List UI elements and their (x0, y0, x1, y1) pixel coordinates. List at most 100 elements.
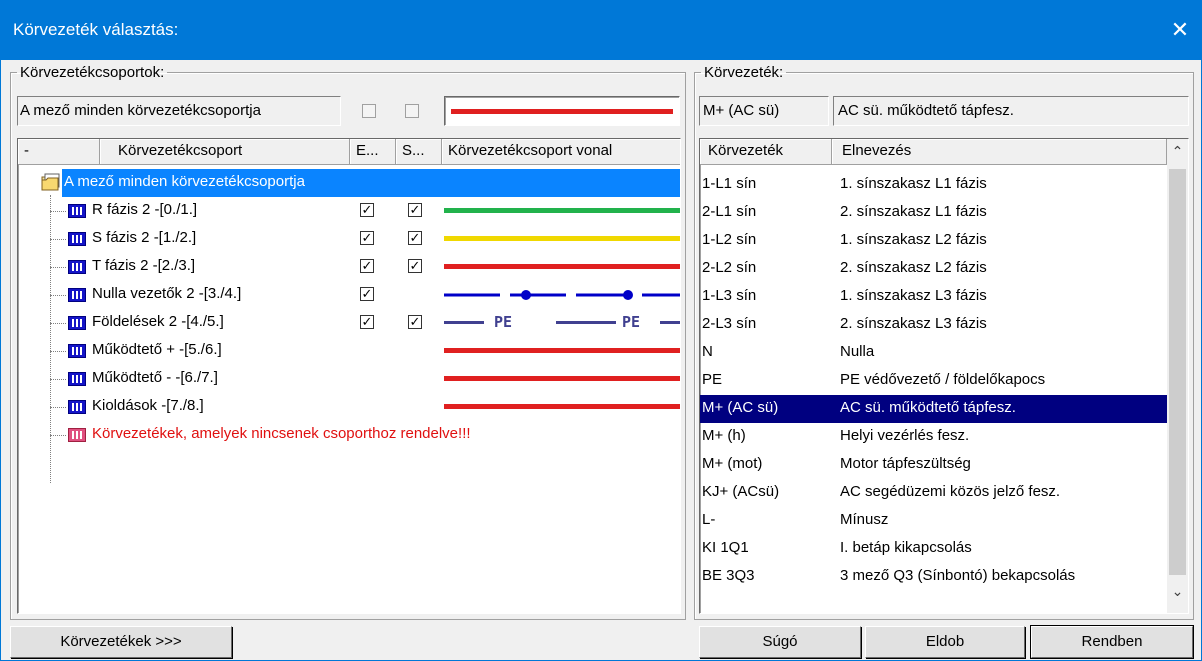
selected-group-field: A mező minden körvezetékcsoportja (17, 96, 341, 126)
group-label: Nulla vezetők 2 -[3./4.] (92, 285, 242, 302)
tree-branch (50, 379, 66, 380)
row-name: Motor tápfeszültség (840, 455, 971, 472)
row-name: PE védővezető / földelőkapocs (840, 371, 1046, 388)
list-row[interactable]: L- Mínusz (700, 507, 1178, 535)
s-checkbox[interactable]: ✓ (408, 203, 422, 217)
tree-branch (50, 267, 66, 268)
row-code: L- (702, 511, 716, 528)
row-code: N (702, 343, 713, 360)
col-s[interactable]: S... (396, 139, 442, 165)
list-row[interactable]: M+ (mot) Motor tápfeszültség (700, 451, 1178, 479)
selected-group-text: A mező minden körvezetékcsoportja (20, 102, 261, 119)
list-row[interactable]: 2-L1 sín 2. sínszakasz L1 fázis (700, 199, 1178, 227)
tree-row[interactable]: Kioldások -[7./8.] (18, 393, 680, 421)
korvezetek-list[interactable]: Körvezeték Elnevezés 1-L1 sín 1. sínszaka… (699, 138, 1189, 614)
col-dash[interactable]: - (18, 139, 100, 165)
ungrouped-label: Körvezetékek, amelyek nincsenek csoporth… (92, 425, 471, 442)
e-checkbox[interactable]: ✓ (360, 203, 374, 217)
scroll-up-icon[interactable]: ⌃ (1167, 143, 1188, 165)
list-row[interactable]: 2-L2 sín 2. sínszakasz L2 fázis (700, 255, 1178, 283)
tree-row[interactable]: S fázis 2 -[1./2.] ✓ ✓ (18, 225, 680, 253)
row-name: 2. sínszakasz L1 fázis (840, 203, 987, 220)
tree-row[interactable]: Működtető + -[5./6.] (18, 337, 680, 365)
groups-tree-list[interactable]: - Körvezetékcsoport E... S... Körvezeték… (17, 138, 681, 614)
tree-row[interactable]: Földelések 2 -[4./5.] ✓ ✓ PE PE (18, 309, 680, 337)
list-row[interactable]: KJ+ (ACsü) AC segédüzemi közös jelző fesz… (700, 479, 1178, 507)
close-icon[interactable]: ✕ (1157, 0, 1202, 60)
selected-code-text: M+ (AC sü) (703, 102, 780, 119)
group-label: Kioldások -[7./8.] (92, 397, 204, 414)
list-row[interactable]: M+ (h) Helyi vezérlés fesz. (700, 423, 1178, 451)
s-checkbox[interactable]: ✓ (408, 259, 422, 273)
row-name: 1. sínszakasz L1 fázis (840, 175, 987, 192)
row-code: 2-L3 sín (702, 315, 757, 332)
col-korvezetek[interactable]: Körvezeték (700, 139, 832, 165)
tree-row[interactable]: Nulla vezetők 2 -[3./4.] ✓ (18, 281, 680, 309)
group-label: Működtető - -[6./7.] (92, 369, 218, 386)
list-row[interactable]: 2-L3 sín 2. sínszakasz L3 fázis (700, 311, 1178, 339)
pe-text: PE (622, 313, 641, 331)
dialog-window: Körvezeték választás: ✕ Körvezetékcsopor… (0, 0, 1202, 661)
help-button[interactable]: Súgó (699, 626, 861, 658)
s-checkbox[interactable]: ✓ (408, 231, 422, 245)
pe-text: PE (494, 313, 513, 331)
row-code: KI 1Q1 (702, 539, 749, 556)
row-name: Helyi vezérlés fesz. (840, 427, 970, 444)
group-icon (68, 232, 86, 246)
title-bar[interactable]: Körvezeték választás: ✕ (1, 0, 1202, 60)
pe-dash (444, 321, 484, 324)
tree-branch (50, 239, 66, 240)
s-checkbox[interactable]: ✓ (408, 315, 422, 329)
list-row[interactable]: PE PE védővezető / földelőkapocs (700, 367, 1178, 395)
list-row[interactable]: BE 3Q3 3 mező Q3 (Sínbontó) bekapcsolás (700, 563, 1178, 591)
row-name: I. betáp kikapcsolás (840, 539, 972, 556)
row-code: 2-L2 sín (702, 259, 757, 276)
tree-row[interactable]: R fázis 2 -[0./1.] ✓ ✓ (18, 197, 680, 225)
group-label: S fázis 2 -[1./2.] (92, 229, 197, 246)
selected-name-text: AC sü. működtető tápfesz. (838, 102, 1014, 119)
korvezetek-rows: 1-L1 sín 1. sínszakasz L1 fázis 2-L1 sín 2.… (700, 169, 1178, 613)
list-row[interactable]: N Nulla (700, 339, 1178, 367)
tree-branch (50, 211, 66, 212)
list-row[interactable]: 1-L1 sín 1. sínszakasz L1 fázis (700, 171, 1178, 199)
col-elnevezes[interactable]: Elnevezés (832, 139, 1167, 165)
e-checkbox[interactable]: ✓ (360, 259, 374, 273)
e-checkbox[interactable]: ✓ (360, 315, 374, 329)
tree-row[interactable]: T fázis 2 -[2./3.] ✓ ✓ (18, 253, 680, 281)
ok-button[interactable]: Rendben (1030, 625, 1194, 659)
vertical-scrollbar[interactable]: ⌃ ⌄ (1167, 139, 1188, 613)
col-group[interactable]: Körvezetékcsoport (100, 139, 350, 165)
row-code: BE 3Q3 (702, 567, 755, 584)
col-line[interactable]: Körvezetékcsoport vonal (442, 139, 680, 165)
row-code: 1-L2 sín (702, 231, 757, 248)
row-name: Nulla (840, 343, 875, 360)
group-line (444, 348, 680, 353)
tree-branch (50, 351, 66, 352)
scroll-thumb[interactable] (1169, 169, 1186, 575)
list-row[interactable]: M+ (AC sü) AC sü. működtető tápfesz. (700, 395, 1178, 423)
korvezetekek-button[interactable]: Körvezetékek >>> (10, 626, 232, 658)
row-name: Mínusz (840, 511, 889, 528)
group-icon (68, 400, 86, 414)
col-e[interactable]: E... (350, 139, 396, 165)
row-code: 1-L1 sín (702, 175, 757, 192)
scroll-down-icon[interactable]: ⌄ (1167, 583, 1188, 605)
tree-row[interactable]: Működtető - -[6./7.] (18, 365, 680, 393)
tree-branch (50, 323, 66, 324)
row-name: 3 mező Q3 (Sínbontó) bekapcsolás (840, 567, 1076, 584)
e-checkbox[interactable]: ✓ (360, 231, 374, 245)
list-row[interactable]: 1-L3 sín 1. sínszakasz L3 fázis (700, 283, 1178, 311)
list-row[interactable]: 1-L2 sín 1. sínszakasz L2 fázis (700, 227, 1178, 255)
tree-row[interactable]: Körvezetékek, amelyek nincsenek csoporth… (18, 421, 678, 449)
window-title: Körvezeték választás: (13, 20, 179, 39)
group-icon (68, 260, 86, 274)
cancel-button[interactable]: Eldob (865, 626, 1025, 658)
folder-icon (40, 171, 62, 193)
row-name: AC sü. működtető tápfesz. (840, 399, 1016, 416)
tree-branch (50, 407, 66, 408)
group-line (444, 208, 680, 213)
list-row[interactable]: KI 1Q1 I. betáp kikapcsolás (700, 535, 1178, 563)
tree-root-row[interactable]: A mező minden körvezetékcsoportja (18, 169, 680, 197)
e-checkbox[interactable]: ✓ (360, 287, 374, 301)
row-code: M+ (AC sü) (702, 399, 779, 416)
